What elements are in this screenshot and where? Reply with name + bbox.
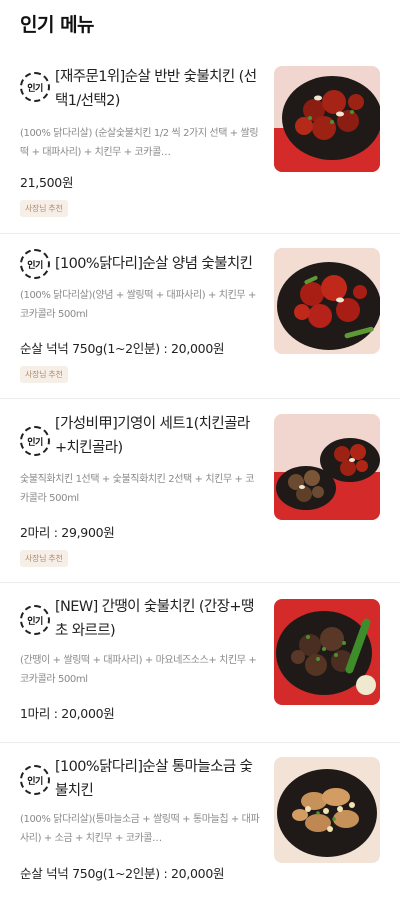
garlic-salt-chicken-icon (274, 757, 380, 863)
menu-item[interactable]: 인기 [가성비甲]기영이 세트1(치킨골라+치킨골라) 숯불직화치킨 1선택 +… (0, 399, 400, 583)
menu-item-price: 21,500원 (20, 175, 74, 190)
chicken-platter-red-icon (274, 66, 380, 172)
soy-chicken-icon (274, 599, 380, 705)
menu-item-price: 2마리 : 29,900원 (20, 525, 115, 540)
menu-item[interactable]: 인기 [100%닭다리]순살 통마늘소금 숯불치킨 (100% 닭다리살)(통마… (0, 743, 400, 901)
menu-item-description: 숯불직화치킨 1선택 + 숯불직화치킨 2선택 + 치킨무 + 코카콜라 500… (20, 474, 255, 504)
menu-item[interactable]: 인기 [100%닭다리]순살 양념 숯불치킨 (100% 닭다리살)(양념 + … (0, 234, 400, 399)
menu-item-name: [NEW] 간땡이 숯불치킨 (간장+땡초 와르르) (55, 599, 254, 639)
menu-item[interactable]: 인기 [NEW] 간땡이 숯불치킨 (간장+땡초 와르르) (간땡이 + 쌀링떡… (0, 583, 400, 743)
popular-badge-icon: 인기 (20, 249, 50, 279)
chicken-set-icon (274, 414, 380, 520)
spicy-chicken-icon (274, 248, 380, 354)
menu-item[interactable]: 인기 [재주문1위]순살 반반 숯불치킨 (선택1/선택2) (100% 닭다리… (0, 62, 400, 234)
section-title: 인기 메뉴 (20, 14, 95, 36)
recommend-tag: 사장님 추천 (20, 550, 68, 567)
recommend-tag: 사장님 추천 (20, 200, 68, 217)
menu-item-price: 1마리 : 20,000원 (20, 706, 115, 721)
menu-item-name: [가성비甲]기영이 세트1(치킨골라+치킨골라) (55, 416, 250, 456)
menu-item-name: [재주문1위]순살 반반 숯불치킨 (선택1/선택2) (55, 69, 257, 109)
popular-badge-icon: 인기 (20, 765, 50, 795)
menu-item-description: (100% 닭다리살)(양념 + 쌀링떡 + 대파사리) + 치킨무 + 코카콜… (20, 290, 256, 320)
menu-item-price: 순살 넉넉 750g(1~2인분) : 20,000원 (20, 866, 225, 881)
popular-badge-icon: 인기 (20, 426, 50, 456)
menu-item-name: [100%닭다리]순살 양념 숯불치킨 (55, 256, 253, 272)
popular-badge-icon: 인기 (20, 605, 50, 635)
menu-item-description: (100% 닭다리살)(통마늘소금 + 쌀링떡 + 통마늘칩 + 대파사리) +… (20, 814, 260, 844)
menu-item-description: (100% 닭다리살) (순살숯불치킨 1/2 씩 2가지 선택 + 쌀링떡 +… (20, 128, 259, 158)
popular-badge-icon: 인기 (20, 72, 50, 102)
menu-item-price: 순살 넉넉 750g(1~2인분) : 20,000원 (20, 341, 225, 356)
menu-item-description: (간땡이 + 쌀링떡 + 대파사리) + 마요네즈소스+ 치킨무 + 코카콜라 … (20, 655, 257, 685)
menu-item-name: [100%닭다리]순살 통마늘소금 숯불치킨 (55, 759, 253, 799)
recommend-tag: 사장님 추천 (20, 366, 68, 383)
